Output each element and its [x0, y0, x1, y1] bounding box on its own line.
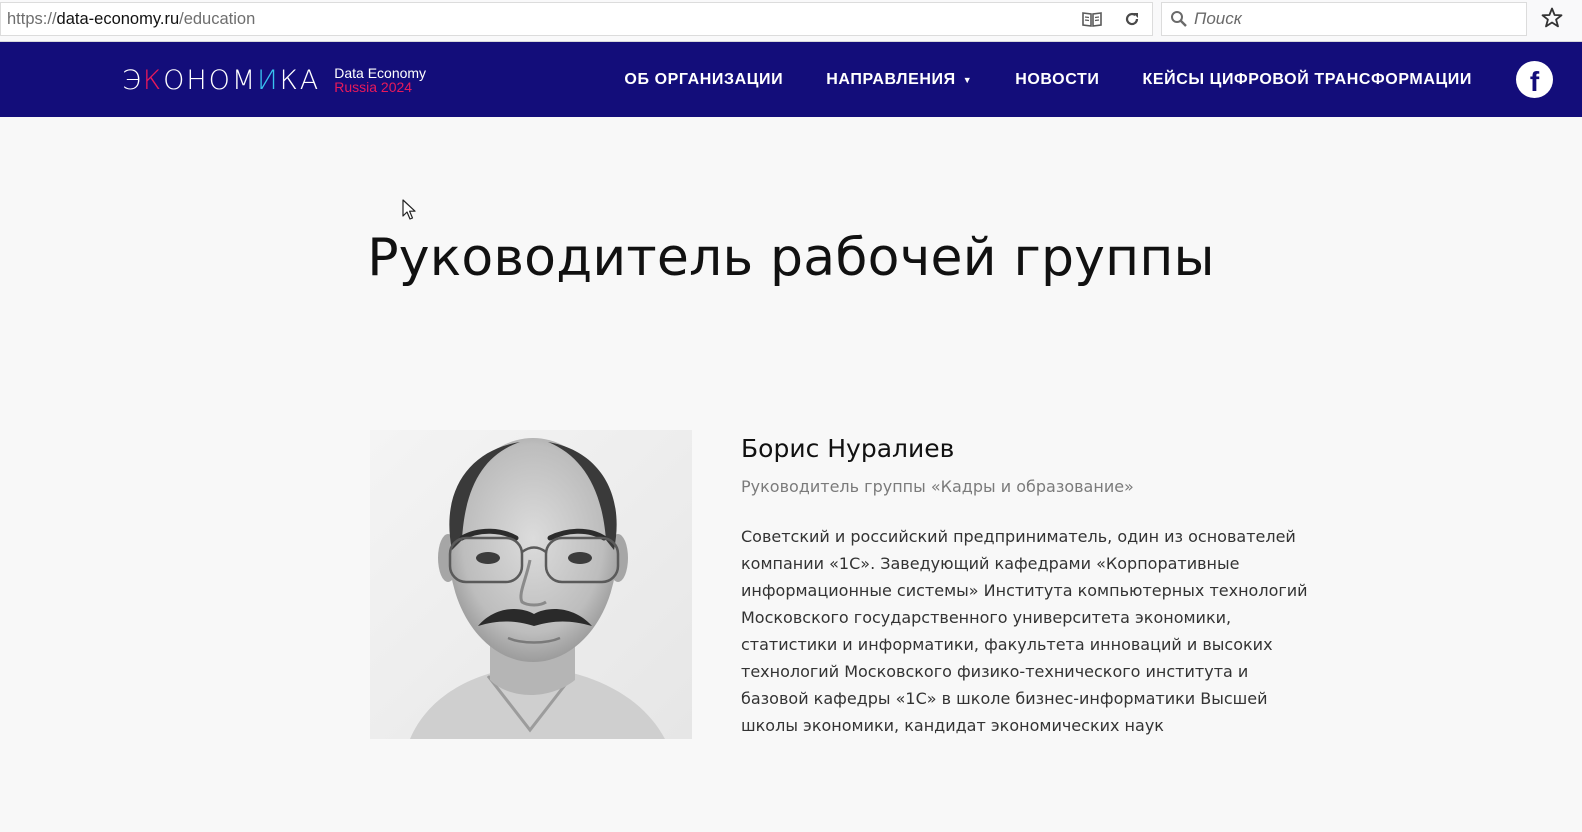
main-nav: ОБ ОРГАНИЗАЦИИ НАПРАВЛЕНИЯ ▼ НОВОСТИ КЕЙС… — [581, 42, 1472, 117]
mouse-cursor-icon — [402, 199, 416, 220]
address-bar[interactable]: https://data-economy.ru/education — [0, 2, 1153, 36]
logo-wordmark: ЭКОНОМИКА — [122, 64, 321, 96]
reader-mode-icon[interactable] — [1082, 11, 1102, 27]
caret-down-icon: ▼ — [962, 74, 973, 85]
url-scheme: https:// — [7, 9, 57, 28]
nav-news[interactable]: НОВОСТИ — [1015, 71, 1099, 89]
facebook-button[interactable]: f — [1516, 61, 1553, 98]
url-path: /education — [179, 9, 256, 28]
facebook-icon: f — [1529, 65, 1540, 97]
person-bio: Советский и российский предприниматель, … — [741, 527, 1308, 735]
url-host: data-economy.ru — [56, 9, 180, 28]
site-header: ЭКОНОМИКА Data Economy Russia 2024 ОБ ОР… — [0, 42, 1582, 117]
logo-line-1: Data Economy — [334, 65, 427, 81]
site-logo[interactable]: ЭКОНОМИКА Data Economy Russia 2024 — [122, 60, 426, 100]
address-url[interactable]: https://data-economy.ru/education — [1, 10, 255, 29]
logo-subtitle: Data Economy Russia 2024 — [334, 66, 426, 94]
page-title: Руководитель рабочей группы — [367, 228, 1215, 288]
browser-toolbar: https://data-economy.ru/education — [0, 0, 1582, 42]
person-role: Руководитель группы «Кадры и образование… — [741, 477, 1134, 496]
nav-directions-label: НАПРАВЛЕНИЯ — [826, 70, 956, 88]
nav-cases[interactable]: КЕЙСЫ ЦИФРОВОЙ ТРАНСФОРМАЦИИ — [1142, 71, 1472, 89]
search-icon — [1171, 11, 1187, 27]
search-input[interactable] — [1194, 7, 1514, 31]
logo-line-2: Russia 2024 — [334, 79, 413, 95]
reload-icon[interactable] — [1123, 10, 1141, 28]
person-portrait-image — [370, 430, 692, 739]
bookmark-star-icon[interactable] — [1540, 6, 1564, 30]
nav-directions[interactable]: НАПРАВЛЕНИЯ ▼ — [826, 71, 972, 89]
nav-about[interactable]: ОБ ОРГАНИЗАЦИИ — [624, 71, 783, 89]
search-bar[interactable] — [1161, 2, 1527, 36]
person-name: Борис Нуралиев — [741, 434, 955, 463]
person-photo — [370, 430, 692, 739]
